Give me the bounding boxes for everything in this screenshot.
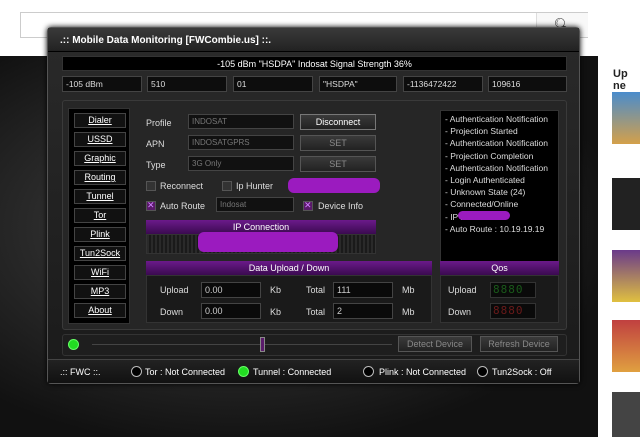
nav-tunnel[interactable]: Tunnel <box>74 189 126 204</box>
nav-mp3[interactable]: MP3 <box>74 284 126 299</box>
connection-log: - Authentication Notification - Projecti… <box>440 110 559 278</box>
disconnect-button[interactable]: Disconnect <box>300 114 376 130</box>
autoroute-label: Auto Route <box>160 201 206 211</box>
iphunter-label: Ip Hunter <box>236 181 274 191</box>
log-line: - Unknown State (24) <box>445 187 526 198</box>
thumbnail[interactable] <box>612 92 640 144</box>
plink-status: Plink : Not Connected <box>379 367 467 377</box>
reconnect-label: Reconnect <box>160 181 204 191</box>
window-title: .:: Mobile Data Monitoring [FWCombie.us]… <box>48 28 579 52</box>
thumbnail[interactable] <box>612 320 640 372</box>
iphunter-checkbox[interactable] <box>222 181 232 191</box>
down-speed: 0.00 <box>201 303 261 319</box>
type-select[interactable]: 3G Only <box>188 156 294 171</box>
profile-label: Profile <box>146 118 172 128</box>
log-line: - Authentication Notification <box>445 114 549 124</box>
tunnel-status: Tunnel : Connected <box>253 367 332 377</box>
redaction-mark <box>458 211 510 220</box>
reconnect-checkbox[interactable] <box>146 181 156 191</box>
log-line: - Authentication Notification <box>445 138 549 149</box>
nav-tor[interactable]: Tor <box>74 208 126 223</box>
tor-status: Tor : Not Connected <box>145 367 226 377</box>
app-window: .:: Mobile Data Monitoring [FWCombie.us]… <box>47 27 580 384</box>
thumbnail[interactable] <box>612 392 640 437</box>
deviceinfo-checkbox[interactable] <box>303 200 313 211</box>
qos-upload-label: Upload <box>448 285 477 295</box>
deviceinfo-label: Device Info <box>318 201 364 211</box>
nav-plink[interactable]: Plink <box>74 227 126 242</box>
qos-upload-digits: 8880 <box>490 282 536 298</box>
tun2sock-status-indicator <box>477 366 488 377</box>
nav-about[interactable]: About <box>74 303 126 318</box>
nav-routing[interactable]: Routing <box>74 170 126 185</box>
autoroute-checkbox[interactable] <box>146 200 156 211</box>
profile-select[interactable]: INDOSAT <box>188 114 294 129</box>
set-type-button[interactable]: SET <box>300 156 376 172</box>
upload-unit: Kb <box>270 285 282 295</box>
log-line: - Login Authenticated <box>445 175 525 186</box>
log-line: - Authentication Notification <box>445 162 549 173</box>
redaction-mark <box>198 232 338 252</box>
qos-down-digits: 8880 <box>490 303 536 319</box>
info-dbm: -105 dBm <box>62 76 142 92</box>
signal-strength-readout: -105 dBm "HSDPA" Indosat Signal Strength… <box>62 56 567 71</box>
nav-wifi[interactable]: WiFi <box>74 265 126 280</box>
log-line: - Projection Completion <box>445 150 534 161</box>
down-total: 2 <box>333 303 393 319</box>
plink-status-indicator <box>363 366 374 377</box>
fwc-label: .:: FWC ::. <box>60 367 101 377</box>
thumbnail[interactable] <box>612 250 640 302</box>
qos-down-label: Down <box>448 307 472 317</box>
apn-label: APN <box>146 139 165 149</box>
log-line: - Connected/Online <box>445 199 519 210</box>
down-unit: Kb <box>270 307 282 317</box>
status-bar: .:: FWC ::. Tor : Not Connected Tunnel :… <box>48 359 579 383</box>
redaction-mark <box>288 178 380 193</box>
online-indicator <box>68 339 79 350</box>
info-mcc: 510 <box>147 76 227 92</box>
info-lac: 109616 <box>488 76 567 92</box>
nav-column: Dialer USSD Graphic Routing Tunnel Tor P… <box>68 108 130 324</box>
data-panel-header: Data Upload / Down <box>146 261 432 275</box>
upload-speed: 0.00 <box>201 282 261 298</box>
detect-device-button[interactable]: Detect Device <box>398 336 472 352</box>
tor-status-indicator <box>131 366 142 377</box>
nav-tun2sock[interactable]: Tun2Sock <box>74 246 126 261</box>
upload-total: 111 <box>333 282 393 298</box>
type-label: Type <box>146 160 166 170</box>
log-line: - Projection Started <box>445 126 518 137</box>
autoroute-select[interactable]: Indosat <box>216 197 294 212</box>
log-line: - Auto Route : 10.19.19.19 <box>445 223 545 234</box>
info-cell-id: -1136472422 <box>403 76 483 92</box>
upnext-heading: Up ne <box>613 68 628 92</box>
down-label: Down <box>160 307 184 317</box>
refresh-device-button[interactable]: Refresh Device <box>480 336 558 352</box>
qos-header: Qos <box>440 261 559 275</box>
info-network-type: "HSDPA" <box>319 76 397 92</box>
down-total-label: Total <box>306 307 326 317</box>
nav-graphic[interactable]: Graphic <box>74 151 126 166</box>
tunnel-status-indicator <box>238 366 249 377</box>
upload-total-label: Total <box>306 285 326 295</box>
nav-ussd[interactable]: USSD <box>74 132 126 147</box>
apn-input[interactable]: INDOSATGPRS <box>188 135 294 150</box>
nav-dialer[interactable]: Dialer <box>74 113 126 128</box>
thumbnail[interactable] <box>612 178 640 230</box>
upload-total-unit: Mb <box>402 285 415 295</box>
slider-track[interactable] <box>92 344 392 345</box>
info-mnc: 01 <box>233 76 313 92</box>
set-apn-button[interactable]: SET <box>300 135 376 151</box>
tun2sock-status: Tun2Sock : Off <box>492 367 552 377</box>
upload-label: Upload <box>160 285 189 295</box>
slider-handle[interactable] <box>260 337 265 352</box>
down-total-unit: Mb <box>402 307 415 317</box>
